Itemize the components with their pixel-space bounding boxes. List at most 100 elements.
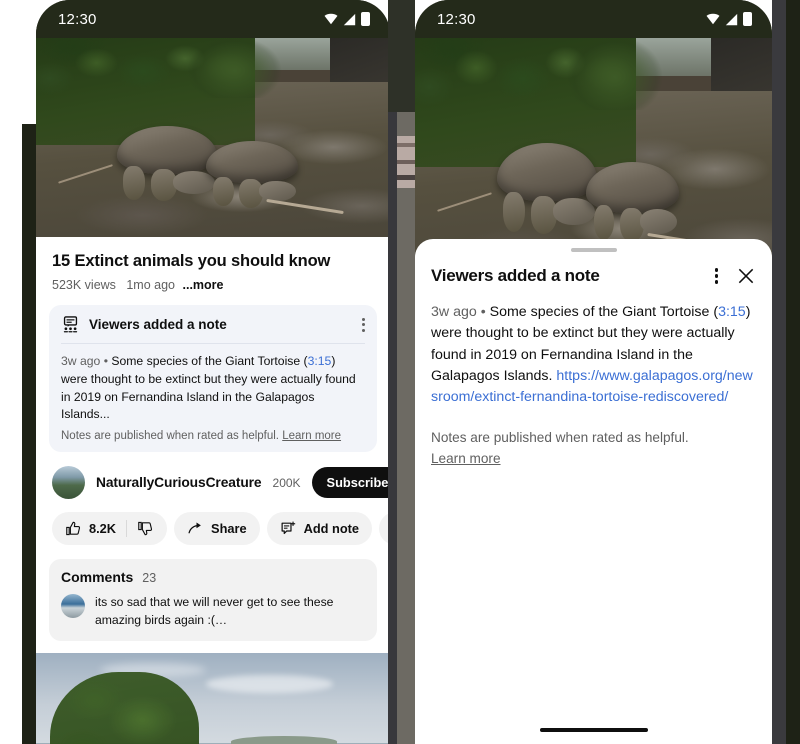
note-timestamp: 3w ago (61, 354, 101, 368)
action-bar: 8.2K Share Add note (36, 499, 390, 546)
comments-header: Comments 23 (61, 569, 365, 585)
left-phone-bezel-edge (22, 124, 36, 744)
tortoise-leg (123, 166, 146, 200)
note-text-before: Some species of the Giant Tortoise ( (111, 354, 308, 368)
share-label: Share (211, 521, 247, 537)
subscriber-count: 200K (272, 475, 301, 490)
add-note-label: Add note (303, 521, 360, 537)
phone-side-button-groove (397, 143, 415, 147)
subscribe-button[interactable]: Subscribe (311, 467, 390, 499)
sheet-header: Viewers added a note (415, 252, 772, 286)
left-phone-screen: 12:30 15 Extinct animals you should know… (36, 0, 390, 744)
note-timestamp-link[interactable]: 3:15 (718, 304, 746, 320)
tortoise-head (640, 209, 678, 234)
viewer-note-bottom-sheet: Viewers added a note 3w ago • Some speci… (415, 239, 772, 744)
tortoise-leg (503, 192, 526, 233)
teaser-island (230, 736, 337, 744)
kebab-menu-icon[interactable] (714, 268, 718, 284)
thumb-vegetation-2 (557, 38, 673, 110)
note-card-body: 3w ago • Some species of the Giant Torto… (61, 353, 365, 424)
more-link[interactable]: ...more (183, 278, 224, 292)
sheet-footer: Notes are published when rated as helpfu… (415, 408, 772, 469)
add-note-button[interactable]: Add note (266, 512, 373, 546)
battery-icon (743, 12, 752, 26)
note-learn-more-link[interactable]: Learn more (282, 430, 341, 442)
video-details: 15 Extinct animals you should know 523K … (36, 237, 390, 744)
note-separator: • (103, 354, 108, 368)
note-text-before: Some species of the Giant Tortoise ( (489, 304, 719, 320)
note-timestamp: 3w ago (431, 304, 477, 320)
comment-text: its so sad that we will never get to see… (95, 595, 334, 627)
right-phone-outer-bezel (786, 0, 800, 744)
status-bar: 12:30 (415, 0, 772, 38)
like-dislike-pill[interactable]: 8.2K (52, 512, 168, 546)
like-count: 8.2K (89, 521, 117, 537)
right-phone-right-bezel (772, 0, 786, 744)
status-clock: 12:30 (58, 10, 97, 28)
signal-icon (725, 13, 738, 25)
sheet-header-actions (714, 266, 756, 286)
tortoise-head (259, 180, 297, 201)
share-arrow-icon (188, 522, 201, 534)
wifi-icon (706, 13, 720, 25)
tortoise-left (497, 143, 598, 234)
sheet-title: Viewers added a note (431, 266, 600, 285)
note-card-footer: Notes are published when rated as helpfu… (61, 430, 365, 442)
channel-name[interactable]: NaturallyCuriousCreature (96, 475, 262, 490)
sheet-note-body: 3w ago • Some species of the Giant Torto… (415, 286, 772, 408)
comments-count: 23 (142, 571, 157, 586)
tortoise-right (205, 141, 298, 209)
channel-avatar[interactable] (52, 466, 85, 500)
bezel-top-fill (388, 0, 415, 112)
video-thumbnail (36, 38, 390, 237)
share-button[interactable]: Share (174, 512, 260, 546)
phone-side-button-groove (397, 160, 415, 164)
status-clock: 12:30 (437, 10, 476, 28)
phone-side-button-groove (397, 175, 415, 180)
home-indicator[interactable] (539, 728, 648, 732)
battery-icon (361, 12, 370, 26)
video-player[interactable] (36, 38, 390, 237)
close-icon[interactable] (736, 266, 756, 286)
view-count: 523K views (52, 278, 116, 292)
thumbs-up-icon[interactable] (65, 520, 82, 537)
note-card-header: Viewers added a note (61, 315, 365, 334)
note-footer-text: Notes are published when rated as helpfu… (61, 430, 280, 443)
upload-age: 1mo ago (126, 278, 176, 292)
action-divider (126, 520, 128, 538)
tortoise-right (586, 162, 680, 243)
right-phone-frame: 12:30 Viewers added a note 3w ago • Some… (415, 0, 772, 744)
thumb-vegetation-2 (177, 38, 291, 98)
teaser-cloud (205, 675, 334, 693)
note-learn-more-link[interactable]: Learn more (431, 449, 501, 469)
comments-heading: Comments (61, 569, 134, 586)
viewer-note-card[interactable]: Viewers added a note 3w ago • Some speci… (49, 305, 377, 453)
video-meta: 523K views 1mo ago ...more (36, 271, 390, 292)
screenshot-stage: 12:30 15 Extinct animals you should know… (0, 0, 800, 744)
status-icons (324, 12, 370, 26)
note-timestamp-link[interactable]: 3:15 (308, 354, 332, 368)
left-phone-frame: 12:30 15 Extinct animals you should know… (36, 0, 390, 744)
right-phone-screen: 12:30 Viewers added a note 3w ago • Some… (415, 0, 772, 744)
note-card-title: Viewers added a note (89, 317, 227, 332)
thumbs-down-icon[interactable] (137, 520, 154, 537)
commenter-avatar[interactable] (61, 594, 85, 619)
note-separator: • (480, 304, 486, 320)
signal-icon (343, 13, 356, 25)
viewer-note-icon (63, 316, 78, 333)
top-comment: its so sad that we will never get to see… (61, 594, 365, 629)
status-icons (706, 12, 752, 26)
tortoise-leg (593, 204, 615, 241)
wifi-icon (324, 13, 338, 25)
status-bar: 12:30 (36, 0, 390, 38)
video-title[interactable]: 15 Extinct animals you should know (36, 237, 390, 271)
note-footer-text: Notes are published when rated as helpfu… (431, 430, 689, 446)
note-card-divider (61, 343, 365, 344)
tortoise-left (117, 125, 217, 202)
comments-section[interactable]: Comments 23 its so sad that we will neve… (49, 559, 377, 641)
note-card-menu-icon[interactable] (362, 317, 365, 332)
next-video-thumbnail[interactable] (36, 652, 390, 744)
add-note-icon (281, 521, 295, 535)
channel-row: NaturallyCuriousCreature 200K Subscribe (36, 452, 390, 500)
tortoise-leg (213, 176, 234, 207)
